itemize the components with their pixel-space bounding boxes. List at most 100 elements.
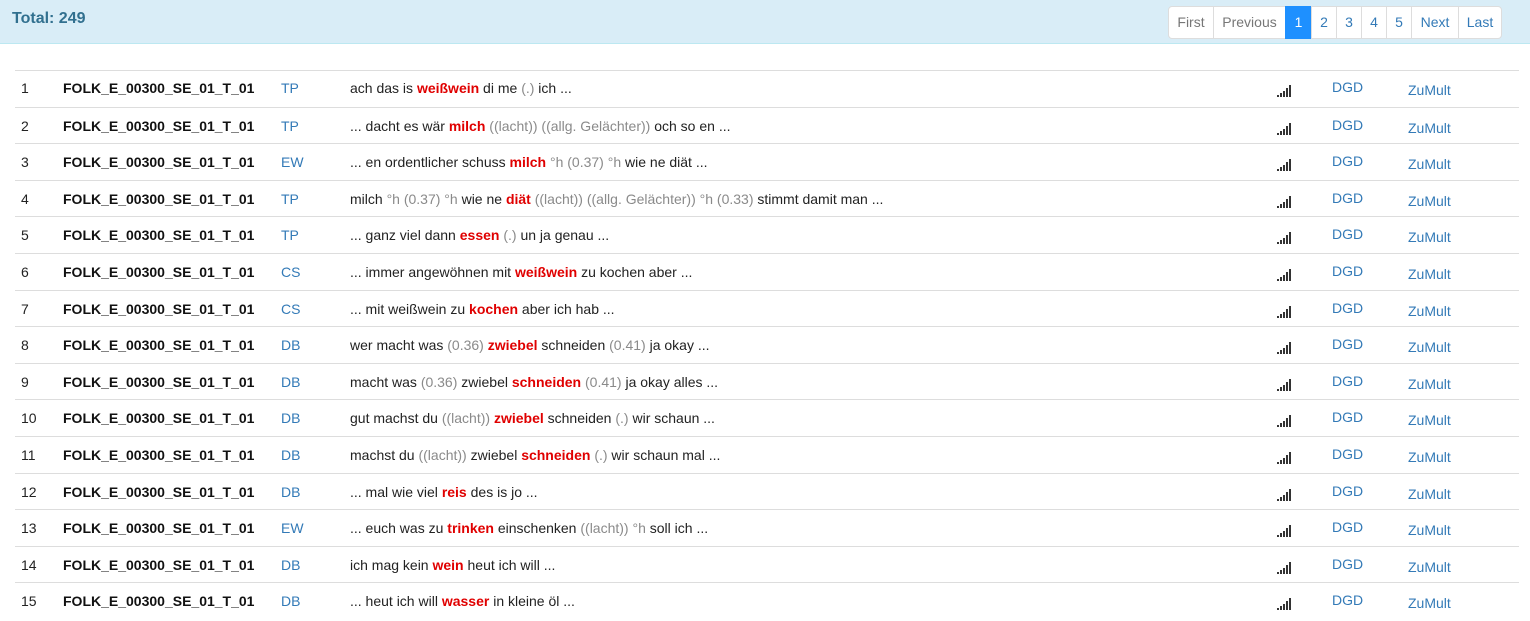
context-text: ja okay ... <box>645 337 710 354</box>
table-row: 14 FOLK_E_00300_SE_01_T_01 DB ich mag kein … <box>15 545 1519 583</box>
zumult-link[interactable]: ZuMult <box>1408 156 1451 172</box>
transcript-id: FOLK_E_00300_SE_01_T_01 <box>63 227 255 244</box>
transcript-annotation: (.) <box>594 446 608 463</box>
keyword-hit: wasser <box>441 593 490 610</box>
speaker-link[interactable]: TP <box>281 191 299 207</box>
zumult-link[interactable]: ZuMult <box>1408 229 1451 245</box>
table-row: 9 FOLK_E_00300_SE_01_T_01 DB macht was (0.3… <box>15 362 1519 400</box>
signal-bars-icon[interactable] <box>1277 231 1293 245</box>
context-text: aber ich hab ... <box>518 300 615 317</box>
context-text: un ja genau ... <box>516 227 610 244</box>
dgd-link[interactable]: DGD <box>1332 409 1363 425</box>
speaker-link[interactable]: DB <box>281 593 300 609</box>
dgd-link[interactable]: DGD <box>1332 446 1363 462</box>
transcript-id: FOLK_E_00300_SE_01_T_01 <box>63 520 255 537</box>
zumult-link[interactable]: ZuMult <box>1408 595 1451 611</box>
dgd-link[interactable]: DGD <box>1332 592 1363 608</box>
row-number: 13 <box>21 520 37 537</box>
results-header-bar: Total: 249 First Previous 1 2 3 4 5 Next… <box>0 0 1530 44</box>
kwic-snippet: ... dacht es wär milch ((lacht)) ((allg.… <box>350 118 731 134</box>
context-text: zu kochen aber ... <box>577 263 693 280</box>
zumult-link[interactable]: ZuMult <box>1408 82 1451 98</box>
signal-bars-icon[interactable] <box>1277 414 1293 428</box>
total-count: Total: 249 <box>12 10 86 27</box>
speaker-link[interactable]: TP <box>281 227 299 243</box>
zumult-link[interactable]: ZuMult <box>1408 303 1451 319</box>
signal-bars-icon[interactable] <box>1277 268 1293 281</box>
signal-bars-icon[interactable] <box>1277 451 1293 464</box>
pagination-page-1[interactable]: 1 <box>1285 6 1312 39</box>
speaker-link[interactable]: DB <box>281 374 300 390</box>
dgd-link[interactable]: DGD <box>1332 519 1363 535</box>
dgd-link[interactable]: DGD <box>1332 226 1363 242</box>
signal-bars-icon[interactable] <box>1277 84 1293 97</box>
speaker-link[interactable]: TP <box>281 80 299 96</box>
table-row: 3 FOLK_E_00300_SE_01_T_01 EW ... en ordentl… <box>15 143 1519 180</box>
speaker-link[interactable]: CS <box>281 264 300 280</box>
context-text: in kleine öl ... <box>489 593 575 610</box>
zumult-link[interactable]: ZuMult <box>1408 120 1451 136</box>
pagination-next-button[interactable]: Next <box>1411 6 1459 39</box>
dgd-link[interactable]: DGD <box>1332 190 1363 206</box>
dgd-link[interactable]: DGD <box>1332 336 1363 352</box>
pagination-page-3[interactable]: 3 <box>1336 6 1362 39</box>
pagination-page-5[interactable]: 5 <box>1386 6 1412 39</box>
zumult-link[interactable]: ZuMult <box>1408 412 1451 428</box>
signal-bars-icon[interactable] <box>1277 378 1293 391</box>
context-text: schneiden <box>537 337 610 354</box>
dgd-link[interactable]: DGD <box>1332 153 1363 169</box>
signal-bars-icon[interactable] <box>1277 597 1293 611</box>
context-text: wir schaun mal ... <box>607 446 721 463</box>
signal-bars-icon[interactable] <box>1277 488 1293 501</box>
speaker-link[interactable]: DB <box>281 557 300 573</box>
context-text: och so en ... <box>650 117 731 134</box>
dgd-link[interactable]: DGD <box>1332 556 1363 572</box>
speaker-link[interactable]: EW <box>281 520 304 536</box>
zumult-link[interactable]: ZuMult <box>1408 486 1451 502</box>
speaker-link[interactable]: EW <box>281 154 304 170</box>
row-number: 8 <box>21 337 29 354</box>
kwic-snippet: macht was (0.36) zwiebel schneiden (0.41… <box>350 374 718 390</box>
zumult-link[interactable]: ZuMult <box>1408 559 1451 575</box>
dgd-link[interactable]: DGD <box>1332 300 1363 316</box>
pagination-page-4[interactable]: 4 <box>1361 6 1387 39</box>
signal-bars-icon[interactable] <box>1277 524 1293 538</box>
speaker-link[interactable]: DB <box>281 410 300 426</box>
kwic-snippet: ... immer angewöhnen mit weißwein zu koc… <box>350 264 692 280</box>
dgd-link[interactable]: DGD <box>1332 373 1363 389</box>
zumult-link[interactable]: ZuMult <box>1408 522 1451 538</box>
zumult-link[interactable]: ZuMult <box>1408 449 1451 465</box>
dgd-link[interactable]: DGD <box>1332 483 1363 499</box>
speaker-link[interactable]: DB <box>281 484 300 500</box>
zumult-link[interactable]: ZuMult <box>1408 193 1451 209</box>
zumult-link[interactable]: ZuMult <box>1408 339 1451 355</box>
transcript-id: FOLK_E_00300_SE_01_T_01 <box>63 154 255 171</box>
speaker-link[interactable]: DB <box>281 337 300 353</box>
zumult-link[interactable]: ZuMult <box>1408 376 1451 392</box>
signal-bars-icon[interactable] <box>1277 195 1293 208</box>
transcript-annotation: °h (0.37) °h <box>386 190 458 207</box>
signal-bars-icon[interactable] <box>1277 305 1293 318</box>
speaker-link[interactable]: DB <box>281 447 300 463</box>
signal-bars-icon[interactable] <box>1277 341 1293 355</box>
signal-bars-icon[interactable] <box>1277 122 1293 135</box>
signal-bars-icon[interactable] <box>1277 158 1293 172</box>
dgd-link[interactable]: DGD <box>1332 117 1363 133</box>
context-text: ... dacht es wär <box>350 117 449 134</box>
context-text: wir schaun ... <box>628 410 715 427</box>
transcript-annotation: (0.41) <box>609 337 646 354</box>
signal-bars-icon[interactable] <box>1277 561 1293 574</box>
pagination-last-button[interactable]: Last <box>1458 6 1502 39</box>
speaker-link[interactable]: TP <box>281 118 299 134</box>
table-row: 11 FOLK_E_00300_SE_01_T_01 DB machst du ((l… <box>15 435 1519 473</box>
pagination-page-2[interactable]: 2 <box>1311 6 1337 39</box>
zumult-link[interactable]: ZuMult <box>1408 266 1451 282</box>
dgd-link[interactable]: DGD <box>1332 263 1363 279</box>
pagination-first-button[interactable]: First <box>1168 6 1214 39</box>
dgd-link[interactable]: DGD <box>1332 79 1363 95</box>
transcript-id: FOLK_E_00300_SE_01_T_01 <box>63 373 255 390</box>
transcript-id: FOLK_E_00300_SE_01_T_01 <box>63 446 255 463</box>
speaker-link[interactable]: CS <box>281 301 300 317</box>
pagination-previous-button[interactable]: Previous <box>1213 6 1286 39</box>
table-row: 10 FOLK_E_00300_SE_01_T_01 DB gut machst du… <box>15 399 1519 436</box>
